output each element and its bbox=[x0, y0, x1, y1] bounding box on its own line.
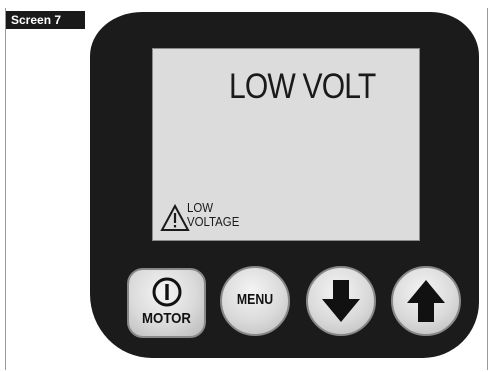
display-warning-text: LOW VOLTAGE bbox=[187, 201, 239, 229]
motor-button[interactable]: MOTOR bbox=[127, 268, 206, 338]
down-button[interactable] bbox=[306, 266, 376, 336]
up-button[interactable] bbox=[391, 266, 461, 336]
frame-border-left bbox=[5, 8, 6, 370]
lcd-display: LOW VOLT LOW VOLTAGE bbox=[152, 48, 420, 241]
screen-label: Screen 7 bbox=[6, 11, 85, 29]
menu-button-label: MENU bbox=[236, 291, 274, 308]
arrow-up-icon bbox=[407, 280, 445, 322]
menu-button[interactable]: MENU bbox=[220, 266, 290, 336]
warning-triangle-icon bbox=[160, 204, 190, 231]
power-icon bbox=[152, 277, 182, 307]
display-main-text: LOW VOLT bbox=[229, 67, 376, 106]
motor-button-label: MOTOR bbox=[142, 310, 191, 327]
frame-border-right bbox=[487, 8, 488, 370]
warning-line-2: VOLTAGE bbox=[187, 214, 240, 229]
arrow-down-icon bbox=[322, 280, 360, 322]
warning-line-1: LOW bbox=[187, 200, 214, 215]
